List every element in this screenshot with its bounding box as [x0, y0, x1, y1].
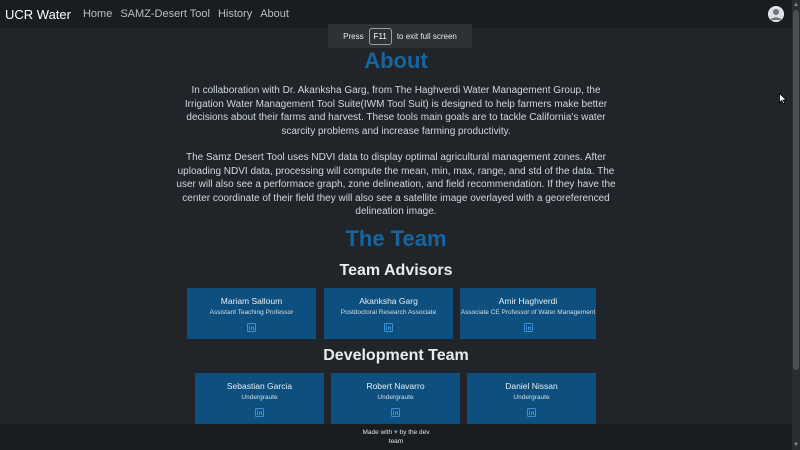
footer-by-line: by the dev	[399, 429, 430, 436]
advisor-name: Akanksha Garg	[359, 296, 418, 306]
advisor-card: Akanksha Garg Postdoctoral Research Asso…	[324, 288, 453, 339]
footer: Made with ♥ by the dev team	[0, 424, 792, 450]
advisor-role: Postdoctoral Research Associate	[340, 309, 437, 316]
advisor-card: Amir Haghverdi Associate CE Professor of…	[460, 288, 596, 339]
developer-role: Undergraute	[377, 394, 414, 401]
user-avatar-icon[interactable]	[768, 6, 784, 22]
advisor-role: Assistant Teaching Professor	[209, 309, 294, 316]
advisor-role: Associate CE Professor of Water Manageme…	[460, 309, 596, 316]
developer-name: Robert Navarro	[366, 381, 425, 391]
developer-role: Undergraute	[513, 394, 550, 401]
linkedin-icon[interactable]	[527, 404, 536, 417]
developer-card: Daniel Nissan Undergraute	[467, 373, 596, 424]
heart-icon: ♥	[393, 429, 398, 436]
footer-team: team	[388, 438, 404, 445]
nav-history[interactable]: History	[218, 8, 252, 20]
dev-team-title: Development Team	[323, 347, 469, 364]
linkedin-icon[interactable]	[384, 319, 393, 332]
toast-suffix: to exit full screen	[396, 31, 457, 41]
f11-key: F11	[368, 27, 392, 45]
linkedin-icon[interactable]	[391, 404, 400, 417]
advisors-title: Team Advisors	[339, 262, 453, 279]
linkedin-icon[interactable]	[523, 319, 533, 332]
developer-name: Daniel Nissan	[505, 381, 558, 391]
scroll-up-icon[interactable]: ▲	[793, 1, 799, 9]
vertical-scrollbar[interactable]: ▲ ▼	[792, 0, 800, 450]
brand-link[interactable]: UCR Water	[5, 7, 71, 22]
page-title: About	[364, 48, 428, 73]
linkedin-icon[interactable]	[247, 319, 256, 332]
scrollbar-thumb[interactable]	[793, 10, 799, 370]
about-paragraph-1: In collaboration with Dr. Akanksha Garg,…	[184, 85, 608, 137]
fullscreen-toast: Press F11 to exit full screen	[328, 24, 472, 48]
advisor-card: Mariam Salloum Assistant Teaching Profes…	[187, 288, 316, 339]
toast-prefix: Press	[343, 31, 364, 41]
nav-about[interactable]: About	[260, 8, 289, 20]
nav-samz-desert-tool[interactable]: SAMZ-Desert Tool	[120, 8, 210, 20]
developer-card: Sebastian Garcia Undergraute	[195, 373, 324, 424]
nav-home[interactable]: Home	[83, 8, 112, 20]
developer-name: Sebastian Garcia	[226, 381, 293, 391]
scroll-down-icon[interactable]: ▼	[793, 441, 799, 449]
advisor-name: Mariam Salloum	[220, 296, 283, 306]
footer-made-with: Made with	[362, 429, 393, 436]
about-paragraph-2: The Samz Desert Tool uses NDVI data to d…	[176, 152, 616, 217]
advisor-name: Amir Haghverdi	[498, 296, 558, 306]
team-title: The Team	[345, 226, 447, 251]
linkedin-icon[interactable]	[255, 404, 264, 417]
mouse-cursor-icon	[779, 92, 788, 110]
developer-card: Robert Navarro Undergraute	[331, 373, 460, 424]
developer-role: Undergraute	[241, 394, 278, 401]
